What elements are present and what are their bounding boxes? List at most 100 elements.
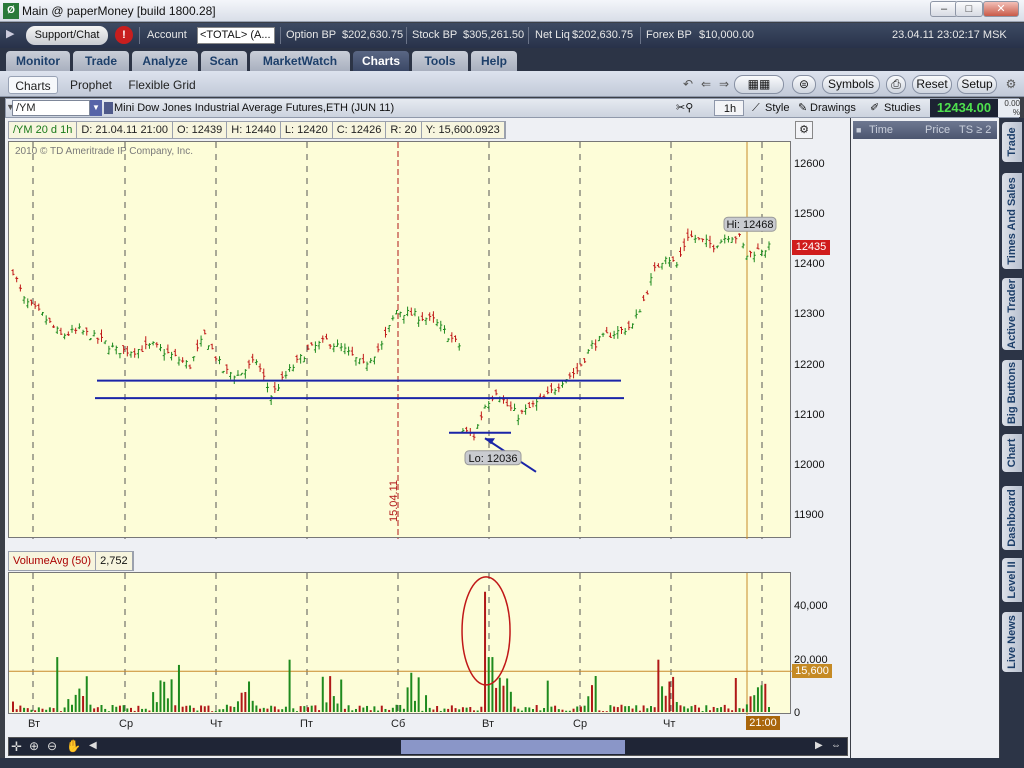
pan-icon[interactable]: ✋ bbox=[66, 739, 81, 753]
main-nav: Monitor Trade Analyze Scan MarketWatch C… bbox=[0, 48, 1024, 71]
drawing-tools-icon[interactable]: ✂⚲ bbox=[674, 100, 693, 116]
tab-marketwatch[interactable]: MarketWatch bbox=[250, 51, 350, 71]
expand-icon[interactable]: ⇔ bbox=[831, 740, 841, 751]
side-tab-active-trader[interactable]: Active Trader bbox=[1002, 278, 1022, 350]
back-icon[interactable]: ⇐ bbox=[698, 76, 714, 92]
subtab-flexible-grid[interactable]: Flexible Grid bbox=[128, 76, 196, 94]
undo-icon[interactable]: ↶ bbox=[680, 76, 696, 92]
studies-button[interactable]: Studies bbox=[882, 100, 921, 116]
stock-bp-value: $305,261.50 bbox=[463, 29, 525, 41]
forward-icon[interactable]: ⇒ bbox=[716, 76, 732, 92]
price-tick: 12300 bbox=[794, 308, 825, 321]
option-bp-label: Option BP bbox=[286, 29, 337, 41]
minimize-icon: – bbox=[940, 3, 948, 15]
side-tab-trade[interactable]: Trade bbox=[1002, 122, 1022, 162]
alert-icon[interactable]: ! bbox=[115, 26, 133, 44]
period-label: /YM 20 d 1h bbox=[9, 122, 78, 138]
price-chart[interactable]: Hi: 12468 Lo: 12036 15.04.11 bbox=[9, 142, 792, 539]
maximize-button[interactable]: □ bbox=[955, 1, 983, 17]
settings-icon[interactable]: ⚙ bbox=[1003, 76, 1019, 92]
maximize-icon: □ bbox=[965, 3, 973, 15]
scroll-right-icon[interactable]: ▶ bbox=[815, 740, 823, 751]
time-tick: Вт bbox=[28, 718, 41, 730]
chart-toolbar: ▼ /YM ▼ Mini Dow Jones Industrial Averag… bbox=[5, 98, 1020, 118]
side-tab-live-news[interactable]: Live News bbox=[1002, 612, 1022, 672]
tab-analyze[interactable]: Analyze bbox=[132, 51, 198, 71]
pencil-icon: ✎ bbox=[798, 102, 808, 114]
account-select[interactable]: <TOTAL> (A... bbox=[197, 27, 275, 44]
volume-tick: 0 bbox=[794, 707, 801, 719]
stock-bp-label: Stock BP bbox=[412, 29, 458, 41]
side-gadget-tabs: Trade Times And Sales Active Trader Big … bbox=[1000, 118, 1024, 758]
scrollbar-thumb[interactable] bbox=[401, 740, 625, 754]
symbols-button[interactable]: Symbols bbox=[822, 75, 880, 94]
subtab-prophet[interactable]: Prophet bbox=[66, 76, 116, 94]
price-tick: 12000 bbox=[794, 458, 825, 471]
subtab-charts[interactable]: Charts bbox=[8, 76, 58, 94]
minimize-button[interactable]: – bbox=[930, 1, 958, 17]
tab-tools[interactable]: Tools bbox=[412, 51, 468, 71]
tab-trade[interactable]: Trade bbox=[73, 51, 129, 71]
crosshair-icon[interactable]: ✛ bbox=[11, 739, 22, 755]
reset-button[interactable]: Reset bbox=[912, 75, 952, 94]
current-price-label: 12435 bbox=[792, 239, 830, 255]
separator bbox=[528, 27, 529, 44]
title-bar: Ø Main @ paperMoney [build 1800.28] – □ … bbox=[0, 0, 1024, 22]
bar-date: D: 21.04.11 21:00 bbox=[77, 122, 173, 138]
price-tick: 12100 bbox=[794, 408, 825, 421]
tab-charts[interactable]: Charts bbox=[353, 51, 409, 71]
interval-button[interactable]: 1h bbox=[714, 100, 744, 116]
tab-monitor[interactable]: Monitor bbox=[6, 51, 70, 71]
zoom-in-icon[interactable]: ⊕ bbox=[29, 739, 39, 753]
setup-button[interactable]: Setup bbox=[957, 75, 997, 94]
close-button[interactable]: ✕ bbox=[983, 1, 1019, 17]
bottom-bar bbox=[0, 758, 1024, 768]
app-icon: Ø bbox=[3, 3, 19, 19]
symbol-info-icon[interactable] bbox=[104, 102, 113, 114]
symbol-dropdown-icon[interactable]: ▼ bbox=[90, 100, 102, 116]
style-button[interactable]: Style bbox=[763, 100, 789, 116]
drawings-button[interactable]: Drawings bbox=[808, 100, 856, 116]
col-time[interactable]: Time bbox=[869, 121, 893, 139]
collapse-icon[interactable]: ▶ bbox=[6, 27, 14, 40]
account-label: Account bbox=[147, 29, 187, 41]
chart-area: /YM 20 d 1h D: 21.04.11 21:00 O: 12439 H… bbox=[5, 118, 850, 758]
symbol-input[interactable]: /YM bbox=[12, 100, 90, 116]
col-price[interactable]: Price bbox=[925, 121, 950, 139]
price-tick: 12200 bbox=[794, 358, 825, 371]
cursor-y: Y: 15,600.0923 bbox=[422, 122, 505, 138]
tab-scan[interactable]: Scan bbox=[201, 51, 247, 71]
account-status-bar: ▶ Support/Chat ! Account <TOTAL> (A... O… bbox=[0, 23, 1024, 48]
support-chat-button[interactable]: Support/Chat bbox=[26, 26, 108, 45]
option-bp-value: $202,630.75 bbox=[342, 29, 404, 41]
time-tick: Ср bbox=[573, 718, 588, 730]
side-tab-level-ii[interactable]: Level II bbox=[1002, 558, 1022, 602]
side-tab-big-buttons[interactable]: Big Buttons bbox=[1002, 360, 1022, 426]
link-button[interactable]: ⊜ bbox=[792, 75, 816, 94]
side-tab-dashboard[interactable]: Dashboard bbox=[1002, 486, 1022, 550]
separator bbox=[280, 27, 281, 44]
chart-settings-icon[interactable]: ⚙ bbox=[795, 121, 813, 139]
studies-icon: ✐ bbox=[870, 102, 880, 114]
times-and-sales-panel: ■ Time Price TS ≥ 2 bbox=[851, 118, 999, 758]
print-button[interactable]: ⎙ bbox=[886, 75, 906, 94]
scroll-left-icon[interactable]: ◀ bbox=[89, 740, 97, 751]
horizontal-scrollbar[interactable]: ✛ ⊕ ⊖ ✋ ◀ ▶ ⇔ bbox=[8, 737, 848, 756]
hi-label: Hi: 12468 bbox=[726, 219, 773, 231]
side-tab-chart[interactable]: Chart bbox=[1002, 434, 1022, 472]
collapse-icon[interactable]: ■ bbox=[856, 121, 861, 139]
symbol-description: Mini Dow Jones Industrial Average Future… bbox=[114, 102, 395, 114]
forex-bp-value: $10,000.00 bbox=[699, 29, 755, 41]
volume-chart[interactable] bbox=[9, 573, 792, 715]
zoom-out-icon[interactable]: ⊖ bbox=[47, 739, 57, 753]
grid-layout-button[interactable]: ▦▦ bbox=[734, 75, 784, 94]
style-icon: ⟋ bbox=[752, 102, 760, 114]
col-ts-filter[interactable]: TS ≥ 2 bbox=[959, 121, 991, 139]
separator bbox=[139, 27, 140, 44]
side-tab-times-and-sales[interactable]: Times And Sales bbox=[1002, 173, 1022, 269]
separator bbox=[640, 27, 641, 44]
price-tick: 11900 bbox=[794, 508, 824, 521]
datetime: 23.04.11 23:02:17 MSK bbox=[892, 29, 1007, 41]
tab-help[interactable]: Help bbox=[471, 51, 517, 71]
price-tick: 12400 bbox=[794, 258, 825, 271]
